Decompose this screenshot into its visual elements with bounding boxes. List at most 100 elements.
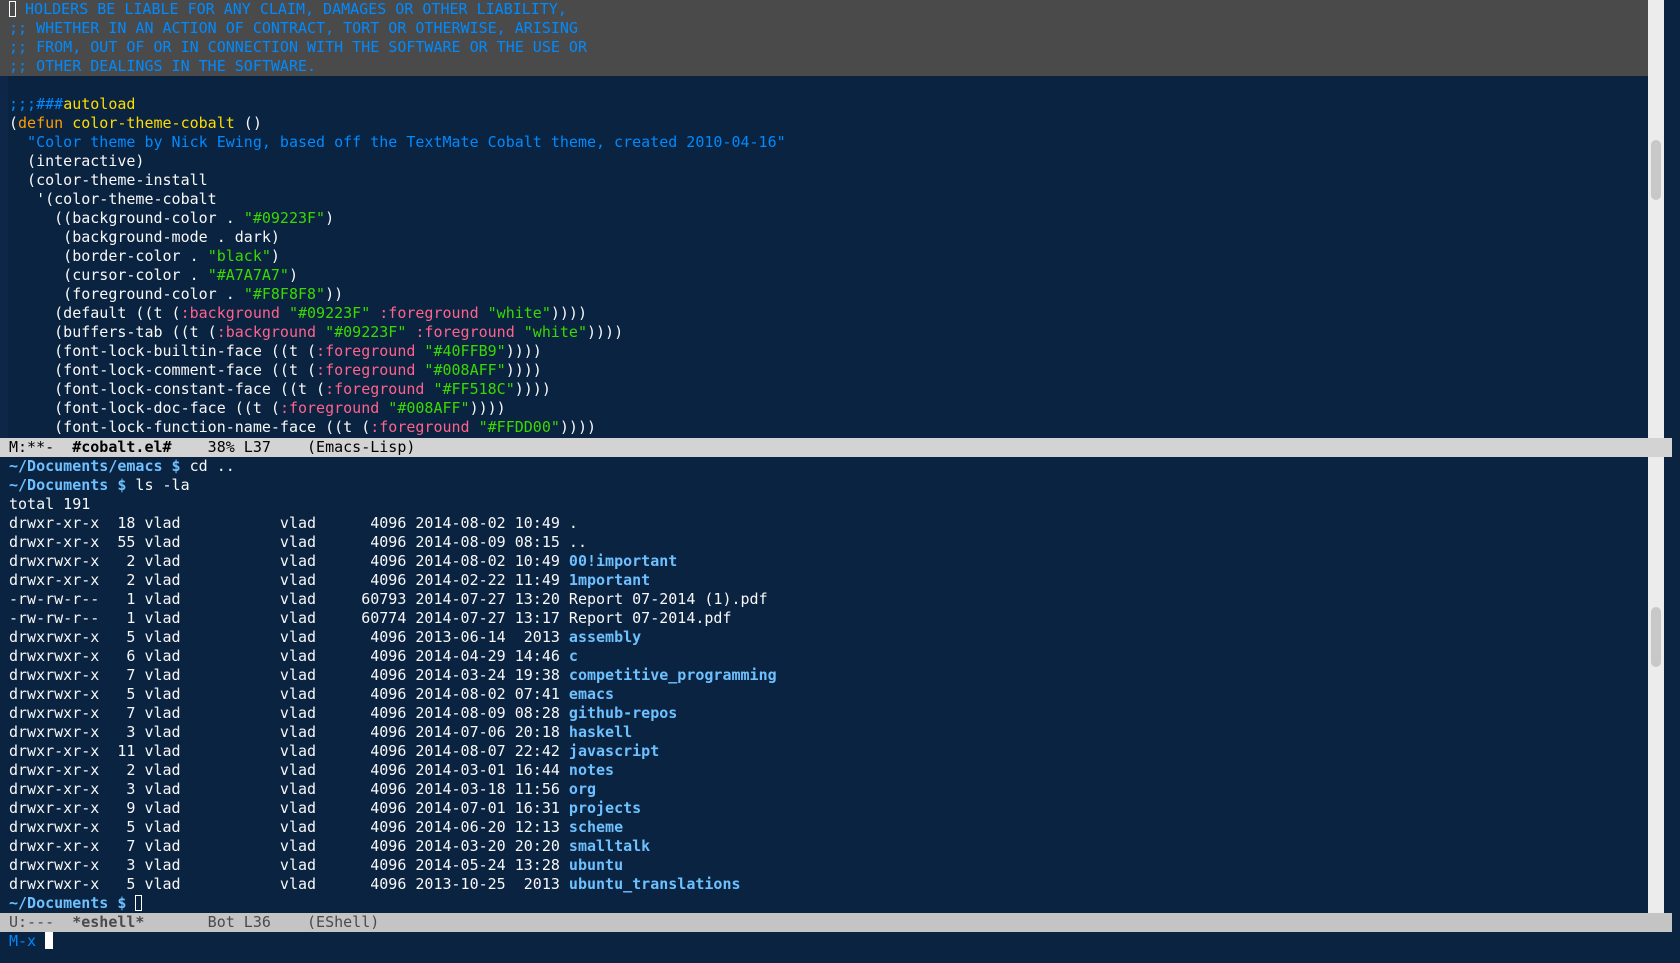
minibuffer-prompt: M-x xyxy=(9,932,37,950)
code-line[interactable]: (font-lock-constant-face ((t (:foregroun… xyxy=(9,380,551,399)
code-line[interactable]: "Color theme by Nick Ewing, based off th… xyxy=(9,133,786,152)
file-entry-row[interactable]: drwxrwxr-x 2 vlad vlad 4096 2014-08-02 1… xyxy=(9,552,677,571)
cursor-icon xyxy=(9,1,16,17)
shell-scroll-thumb[interactable] xyxy=(1651,607,1661,667)
directory-name[interactable]: org xyxy=(569,780,596,798)
directory-name[interactable]: projects xyxy=(569,799,641,817)
code-line[interactable]: (font-lock-doc-face ((t (:foreground "#0… xyxy=(9,399,506,418)
directory-name[interactable]: github-repos xyxy=(569,704,677,722)
file-meta: drwxrwxr-x 5 vlad vlad 4096 2013-10-25 2… xyxy=(9,875,569,893)
file-entry-row[interactable]: drwxrwxr-x 7 vlad vlad 4096 2014-03-24 1… xyxy=(9,666,777,685)
file-entry-row[interactable]: drwxrwxr-x 7 vlad vlad 4096 2014-08-09 0… xyxy=(9,704,677,723)
directory-name[interactable]: c xyxy=(569,647,578,665)
shell-line[interactable]: ~/Documents $ ls -la xyxy=(9,476,190,495)
editor-mode-line[interactable]: M:**- #cobalt.el# 38% L37 (Emacs-Lisp) xyxy=(0,438,1672,457)
file-meta: drwxrwxr-x 7 vlad vlad 4096 2014-08-09 0… xyxy=(9,704,569,722)
file-meta: -rw-rw-r-- 1 vlad vlad 60774 2014-07-27 … xyxy=(9,609,569,627)
shell-line[interactable]: total 191 xyxy=(9,495,90,514)
file-name[interactable]: Report 07-2014 (1).pdf xyxy=(569,590,768,608)
file-entry-row[interactable]: drwxr-xr-x 18 vlad vlad 4096 2014-08-02 … xyxy=(9,514,578,533)
buffer-name[interactable]: #cobalt.el# xyxy=(72,438,171,456)
directory-name[interactable]: 1mportant xyxy=(569,571,650,589)
directory-name[interactable]: scheme xyxy=(569,818,623,836)
code-line[interactable]: (interactive) xyxy=(9,152,144,171)
directory-name[interactable]: javascript xyxy=(569,742,659,760)
code-line[interactable]: (cursor-color . "#A7A7A7") xyxy=(9,266,298,285)
file-meta: drwxrwxr-x 2 vlad vlad 4096 2014-08-02 1… xyxy=(9,552,569,570)
directory-name[interactable]: ubuntu xyxy=(569,856,623,874)
file-entry-row[interactable]: drwxr-xr-x 2 vlad vlad 4096 2014-02-22 1… xyxy=(9,571,650,590)
major-mode[interactable]: (Emacs-Lisp) xyxy=(307,438,415,456)
directory-name[interactable]: notes xyxy=(569,761,614,779)
file-entry-row[interactable]: drwxrwxr-x 6 vlad vlad 4096 2014-04-29 1… xyxy=(9,647,578,666)
file-meta: drwxr-xr-x 9 vlad vlad 4096 2014-07-01 1… xyxy=(9,799,569,817)
code-line[interactable]: (font-lock-builtin-face ((t (:foreground… xyxy=(9,342,542,361)
code-line[interactable]: (border-color . "black") xyxy=(9,247,280,266)
file-entry-row[interactable]: drwxr-xr-x 55 vlad vlad 4096 2014-08-09 … xyxy=(9,533,587,552)
code-line[interactable]: ;; FROM, OUT OF OR IN CONNECTION WITH TH… xyxy=(9,38,587,57)
file-meta: drwxr-xr-x 3 vlad vlad 4096 2014-03-18 1… xyxy=(9,780,569,798)
code-line[interactable]: (default ((t (:background "#09223F" :for… xyxy=(9,304,587,323)
directory-name[interactable]: emacs xyxy=(569,685,614,703)
directory-name[interactable]: assembly xyxy=(569,628,641,646)
file-entry-row[interactable]: drwxrwxr-x 3 vlad vlad 4096 2014-05-24 1… xyxy=(9,856,623,875)
file-name[interactable]: .. xyxy=(569,533,587,551)
file-entry-row[interactable]: drwxrwxr-x 5 vlad vlad 4096 2013-10-25 2… xyxy=(9,875,741,894)
file-name[interactable]: . xyxy=(569,514,578,532)
file-entry-row[interactable]: drwxr-xr-x 7 vlad vlad 4096 2014-03-20 2… xyxy=(9,837,650,856)
shell-mode-line[interactable]: U:--- *eshell* Bot L36 (EShell) xyxy=(0,913,1672,932)
file-entry-row[interactable]: drwxr-xr-x 3 vlad vlad 4096 2014-03-18 1… xyxy=(9,780,596,799)
code-line[interactable]: ((background-color . "#09223F") xyxy=(9,209,334,228)
code-line[interactable]: ;;;###autoload xyxy=(9,95,135,114)
major-mode[interactable]: (EShell) xyxy=(307,913,379,931)
minibuffer[interactable]: M-x xyxy=(9,932,54,951)
shell-prompt-line[interactable]: ~/Documents $ xyxy=(9,894,143,913)
code-line[interactable]: (font-lock-function-name-face ((t (:fore… xyxy=(9,418,596,437)
file-entry-row[interactable]: drwxrwxr-x 5 vlad vlad 4096 2014-08-02 0… xyxy=(9,685,614,704)
code-line[interactable]: (defun color-theme-cobalt () xyxy=(9,114,262,133)
file-entry-row[interactable]: -rw-rw-r-- 1 vlad vlad 60793 2014-07-27 … xyxy=(9,590,768,609)
file-meta: drwxrwxr-x 3 vlad vlad 4096 2014-05-24 1… xyxy=(9,856,569,874)
code-line[interactable]: (foreground-color . "#F8F8F8")) xyxy=(9,285,343,304)
directory-name[interactable]: smalltalk xyxy=(569,837,650,855)
shell-scrollbar[interactable] xyxy=(1648,457,1664,913)
buffer-name[interactable]: *eshell* xyxy=(72,913,144,931)
file-meta: -rw-rw-r-- 1 vlad vlad 60793 2014-07-27 … xyxy=(9,590,569,608)
code-line[interactable]: ;; WHETHER IN AN ACTION OF CONTRACT, TOR… xyxy=(9,19,578,38)
editor-scrollbar[interactable] xyxy=(1648,0,1664,438)
file-meta: drwxrwxr-x 5 vlad vlad 4096 2014-06-20 1… xyxy=(9,818,569,836)
file-entry-row[interactable]: drwxrwxr-x 5 vlad vlad 4096 2014-06-20 1… xyxy=(9,818,623,837)
directory-name[interactable]: 00!important xyxy=(569,552,677,570)
editor-scroll-thumb[interactable] xyxy=(1651,140,1661,200)
file-meta: drwxrwxr-x 7 vlad vlad 4096 2014-03-24 1… xyxy=(9,666,569,684)
shell-line[interactable]: ~/Documents/emacs $ cd .. xyxy=(9,457,235,476)
file-meta: drwxrwxr-x 3 vlad vlad 4096 2014-07-06 2… xyxy=(9,723,569,741)
file-meta: drwxr-xr-x 11 vlad vlad 4096 2014-08-07 … xyxy=(9,742,569,760)
code-line[interactable]: (color-theme-install xyxy=(9,171,208,190)
directory-name[interactable]: ubuntu_translations xyxy=(569,875,741,893)
code-line[interactable]: '(color-theme-cobalt xyxy=(9,190,217,209)
left-fringe xyxy=(0,76,8,438)
minibuffer-cursor-icon xyxy=(45,932,54,949)
file-meta: drwxr-xr-x 2 vlad vlad 4096 2014-02-22 1… xyxy=(9,571,569,589)
code-line[interactable]: HOLDERS BE LIABLE FOR ANY CLAIM, DAMAGES… xyxy=(9,0,567,19)
file-entry-row[interactable]: drwxrwxr-x 3 vlad vlad 4096 2014-07-06 2… xyxy=(9,723,632,742)
code-line[interactable]: (background-mode . dark) xyxy=(9,228,280,247)
file-entry-row[interactable]: -rw-rw-r-- 1 vlad vlad 60774 2014-07-27 … xyxy=(9,609,731,628)
file-meta: drwxr-xr-x 7 vlad vlad 4096 2014-03-20 2… xyxy=(9,837,569,855)
code-line[interactable]: (buffers-tab ((t (:background "#09223F" … xyxy=(9,323,623,342)
directory-name[interactable]: competitive_programming xyxy=(569,666,777,684)
file-meta: drwxr-xr-x 2 vlad vlad 4096 2014-03-01 1… xyxy=(9,761,569,779)
file-entry-row[interactable]: drwxr-xr-x 11 vlad vlad 4096 2014-08-07 … xyxy=(9,742,659,761)
file-entry-row[interactable]: drwxrwxr-x 5 vlad vlad 4096 2013-06-14 2… xyxy=(9,628,641,647)
file-entry-row[interactable]: drwxr-xr-x 9 vlad vlad 4096 2014-07-01 1… xyxy=(9,799,641,818)
shell-cursor-icon xyxy=(135,895,143,911)
file-name[interactable]: Report 07-2014.pdf xyxy=(569,609,732,627)
file-meta: drwxrwxr-x 5 vlad vlad 4096 2013-06-14 2… xyxy=(9,628,569,646)
directory-name[interactable]: haskell xyxy=(569,723,632,741)
code-line[interactable]: ;; OTHER DEALINGS IN THE SOFTWARE. xyxy=(9,57,316,76)
code-line[interactable]: (font-lock-comment-face ((t (:foreground… xyxy=(9,361,542,380)
file-meta: drwxrwxr-x 5 vlad vlad 4096 2014-08-02 0… xyxy=(9,685,569,703)
file-meta: drwxr-xr-x 55 vlad vlad 4096 2014-08-09 … xyxy=(9,533,569,551)
file-entry-row[interactable]: drwxr-xr-x 2 vlad vlad 4096 2014-03-01 1… xyxy=(9,761,614,780)
